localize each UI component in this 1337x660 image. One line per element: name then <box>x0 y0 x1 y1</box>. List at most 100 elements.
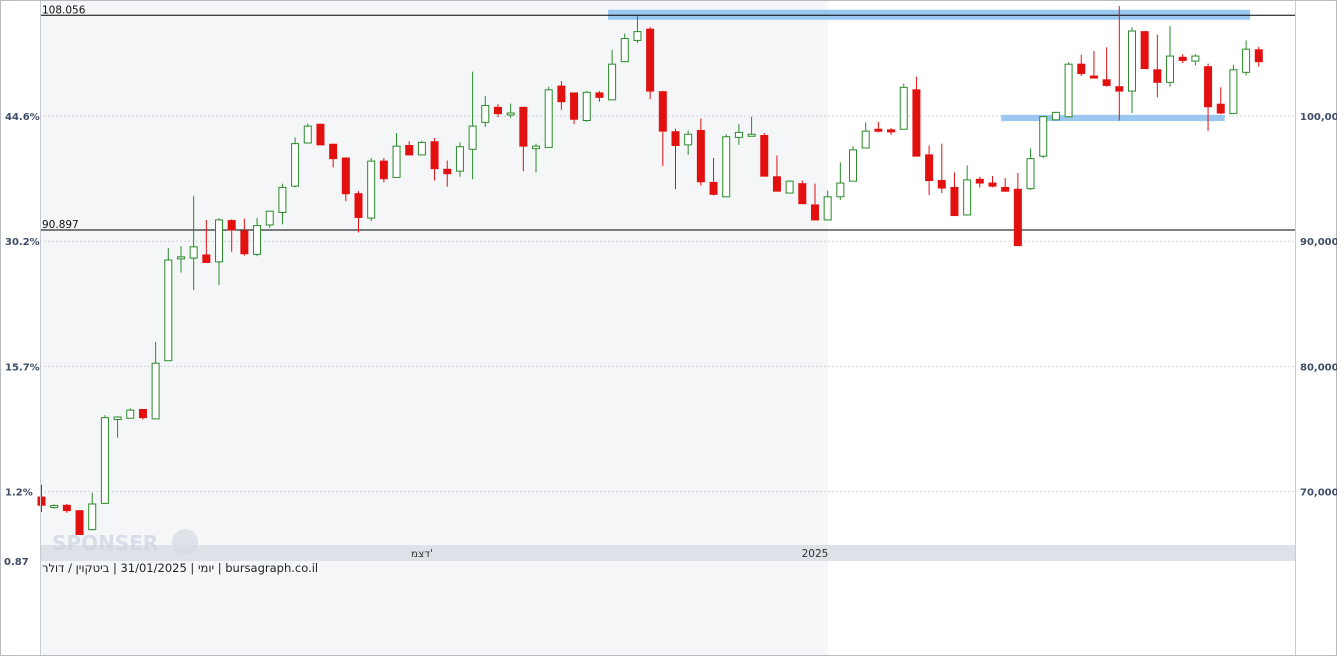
candle-body <box>1001 186 1010 192</box>
candle-body <box>1051 111 1060 121</box>
candle <box>126 408 135 419</box>
candle-body <box>861 130 870 149</box>
candle <box>798 180 807 205</box>
candle-body <box>227 220 236 231</box>
candle <box>455 142 464 177</box>
candle <box>582 91 591 122</box>
candle-body <box>1102 79 1111 86</box>
candle-body <box>1077 63 1086 75</box>
candle-body <box>468 125 477 150</box>
candle-body <box>874 128 883 132</box>
candle-body <box>1229 69 1238 115</box>
candle <box>1140 31 1149 70</box>
candle-body <box>253 225 262 255</box>
candle <box>646 27 655 100</box>
candle-body <box>988 182 997 187</box>
candle <box>899 83 908 130</box>
candle-body <box>341 157 350 195</box>
candle-body <box>176 256 185 260</box>
candle-body <box>1115 86 1124 92</box>
candle-body <box>493 106 502 115</box>
candle <box>570 92 579 125</box>
highlight-zone <box>608 9 1251 20</box>
candle-body <box>164 259 173 362</box>
candle-body <box>887 129 896 133</box>
candle <box>291 137 300 188</box>
candle <box>722 134 731 198</box>
candle-body <box>608 63 617 101</box>
candle-body <box>1216 103 1225 114</box>
candle-body <box>963 179 972 216</box>
source-label: יומי | 31/01/2025 | ביטקוין / דולר | bur… <box>42 561 318 575</box>
candle <box>164 248 173 362</box>
candle-body <box>379 160 388 180</box>
x-axis-label: דצמ' <box>411 548 433 560</box>
highlight-zone <box>1001 114 1225 122</box>
chart-svg: 108.056 90.897 דצמ' 2025 SPONSER 70,000 1.2… <box>0 0 1337 656</box>
candle-body <box>126 409 135 419</box>
watermark: SPONSER <box>52 529 198 555</box>
candle-body <box>836 182 845 198</box>
candle <box>849 146 858 182</box>
candle-body <box>1166 55 1175 83</box>
candle-body <box>1191 55 1200 62</box>
right-axis-tick-label: 100,000 <box>1300 112 1337 123</box>
reference-line-label: 90.897 <box>42 219 79 231</box>
candle <box>1051 111 1060 121</box>
candle-body <box>430 141 439 170</box>
candle-body <box>138 409 147 419</box>
candle <box>100 415 109 504</box>
candlestick-chart: 108.056 90.897 דצמ' 2025 SPONSER 70,000 1.2… <box>0 0 1337 656</box>
right-axis-tick-label: 70,000 <box>1300 487 1337 498</box>
right-axis-tick-label: 80,000 <box>1300 362 1337 373</box>
candle-body <box>671 131 680 147</box>
candle-body <box>772 176 781 192</box>
candle-body <box>75 510 84 535</box>
candle-body <box>443 168 452 175</box>
candle <box>379 158 388 183</box>
candle-body <box>417 141 426 156</box>
candle-body <box>50 504 59 508</box>
candle-body <box>367 160 376 219</box>
candle <box>417 141 426 156</box>
candle <box>760 132 769 177</box>
candle <box>785 180 794 194</box>
candle-body <box>823 196 832 221</box>
candle-body <box>1140 31 1149 70</box>
left-axis-tick-label: 15.7% <box>5 362 40 373</box>
candle <box>303 123 312 144</box>
candle-body <box>899 86 908 130</box>
candle-body <box>620 38 629 63</box>
candle-body <box>722 136 731 198</box>
candle-body <box>100 417 109 504</box>
candle-body <box>544 89 553 148</box>
watermark-text: SPONSER <box>52 531 158 555</box>
candle-body <box>62 504 71 512</box>
candle-body <box>760 134 769 177</box>
candle-body <box>240 230 249 255</box>
candle-body <box>709 181 718 195</box>
candle-body <box>646 28 655 92</box>
candle-body <box>392 145 401 178</box>
left-axis-tick-label: 30.2% <box>5 237 40 248</box>
candle-body <box>303 125 312 144</box>
candle-body <box>1153 69 1162 83</box>
candle-body <box>215 219 224 263</box>
candle <box>316 123 325 146</box>
candle-body <box>405 145 414 156</box>
x-axis-band <box>40 545 1295 561</box>
candle-body <box>151 362 160 420</box>
candle-body <box>519 106 528 147</box>
watermark-mascot-icon <box>172 529 198 555</box>
candle-body <box>278 186 287 213</box>
candle-body <box>1039 116 1048 157</box>
left-axis-tick-label: 1.2% <box>5 487 33 498</box>
candle-body <box>506 112 515 116</box>
candle-body <box>202 254 211 263</box>
candle-body <box>1242 48 1251 73</box>
candle-body <box>291 143 300 187</box>
candle-body <box>912 89 921 157</box>
candle <box>75 510 84 535</box>
candle-body <box>696 129 705 183</box>
candle-body <box>37 496 46 506</box>
